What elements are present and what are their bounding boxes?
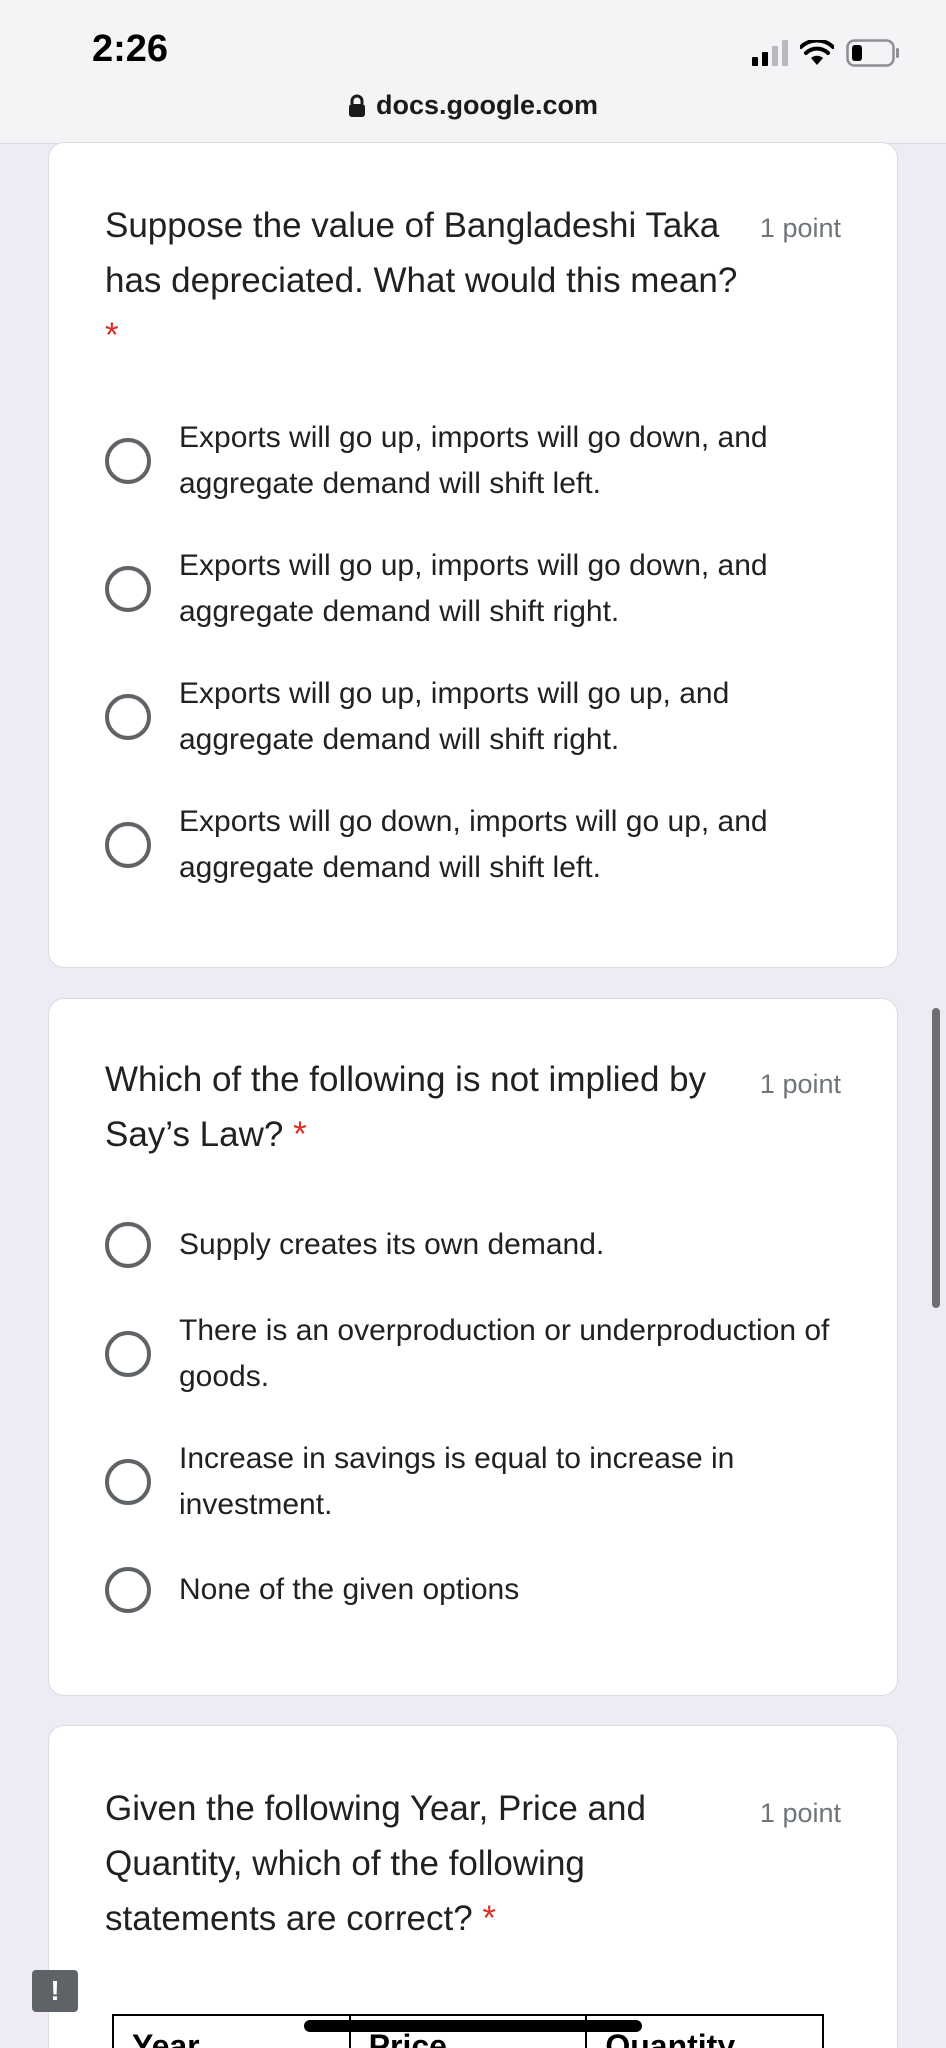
- radio-button[interactable]: [105, 694, 151, 740]
- question-card-3: Given the following Year, Price and Quan…: [48, 1725, 898, 2048]
- question-points: 1 point: [759, 213, 841, 243]
- question-title: Given the following Year, Price and Quan…: [105, 1781, 745, 1946]
- answer-option[interactable]: Supply creates its own demand.: [105, 1222, 865, 1268]
- question-points: 1 point: [759, 1798, 841, 1828]
- required-marker: *: [482, 1899, 497, 1938]
- option-label: Exports will go up, imports will go down…: [179, 421, 768, 500]
- required-marker: *: [293, 1115, 307, 1154]
- browser-status-bar: 2:26 docs.google.com: [0, 0, 946, 144]
- home-indicator: [304, 2020, 642, 2032]
- radio-button[interactable]: [105, 438, 151, 484]
- lock-icon: [348, 94, 365, 117]
- wifi-icon: [800, 40, 834, 65]
- question-text: Given the following Year, Price and Quan…: [105, 1789, 646, 1938]
- question-card-1: Suppose the value of Bangladeshi Taka ha…: [48, 142, 898, 968]
- status-icons: [752, 36, 900, 70]
- answer-option[interactable]: Exports will go up, imports will go up, …: [105, 671, 865, 763]
- required-marker: *: [105, 316, 119, 355]
- option-label: Supply creates its own demand.: [179, 1228, 605, 1261]
- radio-button[interactable]: [105, 1567, 151, 1613]
- page-scrollbar[interactable]: [932, 1008, 940, 1308]
- url-text: docs.google.com: [375, 90, 599, 120]
- battery-icon: [846, 39, 899, 67]
- question-text: Which of the following is not implied by…: [105, 1060, 707, 1154]
- cellular-signal-icon: [752, 40, 788, 66]
- address-bar[interactable]: docs.google.com: [0, 90, 946, 121]
- option-label: Exports will go up, imports will go down…: [179, 549, 768, 628]
- option-label: Increase in savings is equal to increase…: [179, 1442, 735, 1521]
- question-card-2: Which of the following is not implied by…: [48, 998, 898, 1696]
- answer-option[interactable]: Increase in savings is equal to increase…: [105, 1436, 865, 1528]
- option-label: Exports will go down, imports will go up…: [179, 805, 768, 884]
- radio-button[interactable]: [105, 1331, 151, 1377]
- radio-button[interactable]: [105, 1459, 151, 1505]
- option-label: There is an overproduction or underprodu…: [179, 1314, 830, 1393]
- radio-button[interactable]: [105, 1222, 151, 1268]
- answer-option[interactable]: None of the given options: [105, 1567, 865, 1613]
- option-label: None of the given options: [179, 1573, 520, 1606]
- answer-option[interactable]: Exports will go up, imports will go down…: [105, 543, 865, 635]
- status-time: 2:26: [92, 28, 169, 70]
- answer-option[interactable]: Exports will go up, imports will go down…: [105, 415, 865, 507]
- question-title: Suppose the value of Bangladeshi Taka ha…: [105, 198, 745, 363]
- report-feedback-button[interactable]: !: [32, 1970, 78, 2012]
- radio-button[interactable]: [105, 822, 151, 868]
- answer-option[interactable]: Exports will go down, imports will go up…: [105, 799, 865, 891]
- question-points: 1 point: [759, 1069, 841, 1099]
- radio-button[interactable]: [105, 566, 151, 612]
- answer-option[interactable]: There is an overproduction or underprodu…: [105, 1308, 865, 1400]
- option-label: Exports will go up, imports will go up, …: [179, 677, 730, 756]
- question-text: Suppose the value of Bangladeshi Taka ha…: [105, 206, 738, 300]
- question-title: Which of the following is not implied by…: [105, 1052, 745, 1162]
